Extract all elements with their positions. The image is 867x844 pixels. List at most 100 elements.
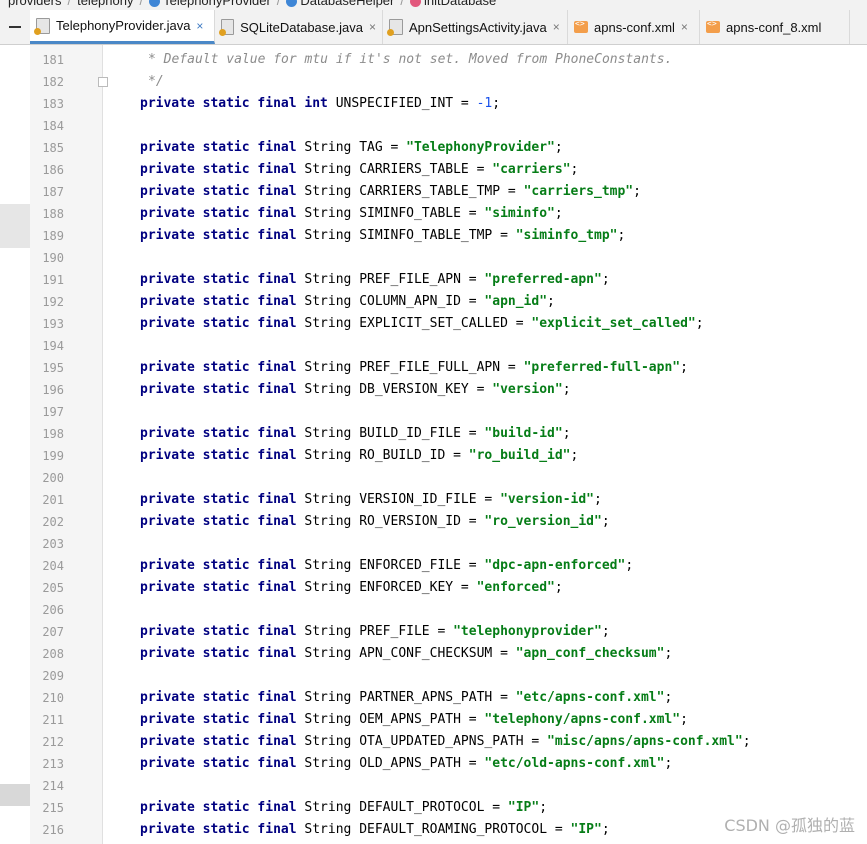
code-line: 214 <box>0 775 867 797</box>
code-line: 209 <box>0 665 867 687</box>
type-name: String <box>304 756 352 771</box>
string-literal: "apn_id" <box>484 294 548 309</box>
line-number: 192 <box>42 295 64 309</box>
breadcrumb-item[interactable]: telephony / <box>77 0 143 8</box>
keyword: private <box>140 316 195 331</box>
code-line: 205 private static final String ENFORCED_… <box>0 577 867 599</box>
keyword: final <box>257 580 297 595</box>
code-line: 203 <box>0 533 867 555</box>
breadcrumb-label: DatabaseHelper <box>300 0 395 8</box>
string-literal: "IP" <box>507 800 540 815</box>
breadcrumb: providers / telephony / TelephonyProvider / Da… <box>0 0 867 10</box>
tab-telephonyprovider-java[interactable]: TelephonyProvider.java × <box>30 10 215 44</box>
breadcrumb-item[interactable]: providers / <box>8 0 71 8</box>
constant-name: EXPLICIT_SET_CALLED = <box>359 316 532 331</box>
line-number: 214 <box>42 779 64 793</box>
keyword: static <box>202 492 250 507</box>
type-name: String <box>304 184 352 199</box>
code-statement: private static final String PREF_FILE_FU… <box>140 360 688 375</box>
breadcrumb-items: providers / telephony / TelephonyProvider / Da… <box>8 0 502 8</box>
keyword: static <box>202 426 250 441</box>
code-line: 201 private static final String VERSION_I… <box>0 489 867 511</box>
code-comment: */ <box>148 74 164 89</box>
tab-apnsettingsactivity-java[interactable]: ApnSettingsActivity.java × <box>383 10 568 44</box>
tab-apns-conf-8-xml[interactable]: apns-conf_8.xml <box>700 10 850 44</box>
keyword: private <box>140 294 195 309</box>
tab-label: apns-conf.xml <box>594 19 675 35</box>
tab-list-menu-icon[interactable] <box>0 10 30 44</box>
class-icon <box>149 0 161 8</box>
string-literal: "ro_build_id" <box>468 448 571 463</box>
line-number: 202 <box>42 515 64 529</box>
breadcrumb-item[interactable]: initDatabase <box>410 0 496 8</box>
string-literal: "version-id" <box>500 492 594 507</box>
code-statement: private static final String DEFAULT_ROAM… <box>140 822 610 837</box>
breadcrumb-separator: / <box>400 0 404 8</box>
code-line: 192 private static final String COLUMN_AP… <box>0 291 867 313</box>
breadcrumb-label: providers <box>8 0 62 8</box>
type-name: String <box>304 492 352 507</box>
string-literal: "TelephonyProvider" <box>406 140 555 155</box>
close-tab-icon[interactable]: × <box>196 19 203 33</box>
string-literal: "preferred-full-apn" <box>523 360 681 375</box>
keyword: final <box>257 228 297 243</box>
breadcrumb-item[interactable]: TelephonyProvider / <box>149 0 280 8</box>
code-editor[interactable]: 181 * Default value for mtu if it's not s… <box>0 45 867 844</box>
type-name: String <box>304 448 352 463</box>
keyword: final <box>257 734 297 749</box>
type-name: String <box>304 426 352 441</box>
class-icon <box>286 0 298 8</box>
tab-label: apns-conf_8.xml <box>726 19 822 35</box>
string-literal: "enforced" <box>476 580 555 595</box>
keyword: static <box>202 624 250 639</box>
type-name: String <box>304 228 352 243</box>
keyword: final <box>257 646 297 661</box>
constant-name: APN_CONF_CHECKSUM = <box>359 646 516 661</box>
constant-name: DEFAULT_ROAMING_PROTOCOL = <box>359 822 571 837</box>
type-name: String <box>304 690 352 705</box>
keyword: private <box>140 734 195 749</box>
line-number: 213 <box>42 757 64 771</box>
keyword: static <box>202 206 250 221</box>
code-statement: private static final String OLD_APNS_PAT… <box>140 756 673 771</box>
xml-file-icon <box>706 19 720 33</box>
keyword: private <box>140 756 195 771</box>
tab-apns-conf-xml[interactable]: apns-conf.xml × <box>568 10 700 44</box>
code-line: 200 <box>0 467 867 489</box>
constant-name: DEFAULT_PROTOCOL = <box>359 800 508 815</box>
keyword: static <box>202 558 250 573</box>
number-literal: -1 <box>476 96 493 111</box>
keyword: static <box>202 448 250 463</box>
constant-name: TAG = <box>359 140 407 155</box>
tab-sqlitedatabase-java[interactable]: SQLiteDatabase.java × <box>215 10 383 44</box>
type-name: String <box>304 206 352 221</box>
keyword: static <box>202 822 250 837</box>
constant-name: OEM_APNS_PATH = <box>359 712 485 727</box>
keyword: private <box>140 690 195 705</box>
constant-name: DB_VERSION_KEY = <box>359 382 493 397</box>
string-literal: "ro_version_id" <box>484 514 602 529</box>
string-literal: "apn_conf_checksum" <box>515 646 665 661</box>
constant-name: VERSION_ID_FILE = <box>359 492 501 507</box>
breadcrumb-item[interactable]: DatabaseHelper / <box>286 0 404 8</box>
keyword: static <box>202 140 250 155</box>
keyword: private <box>140 162 195 177</box>
keyword: private <box>140 272 195 287</box>
close-tab-icon[interactable]: × <box>681 20 688 34</box>
type-name: String <box>304 558 352 573</box>
keyword: final <box>257 756 297 771</box>
close-tab-icon[interactable]: × <box>553 20 560 34</box>
code-line: 183 private static final int UNSPECIFIED_… <box>0 93 867 115</box>
string-literal: "telephony/apns-conf.xml" <box>484 712 681 727</box>
code-line: 194 <box>0 335 867 357</box>
code-lines: 181 * Default value for mtu if it's not s… <box>0 49 867 841</box>
line-number: 203 <box>42 537 64 551</box>
keyword: int <box>304 96 328 111</box>
close-tab-icon[interactable]: × <box>369 20 376 34</box>
keyword: private <box>140 426 195 441</box>
breadcrumb-separator: / <box>67 0 72 8</box>
type-name: String <box>304 734 352 749</box>
keyword: final <box>257 822 297 837</box>
code-statement: private static final String SIMINFO_TABL… <box>140 228 626 243</box>
keyword: static <box>202 712 250 727</box>
